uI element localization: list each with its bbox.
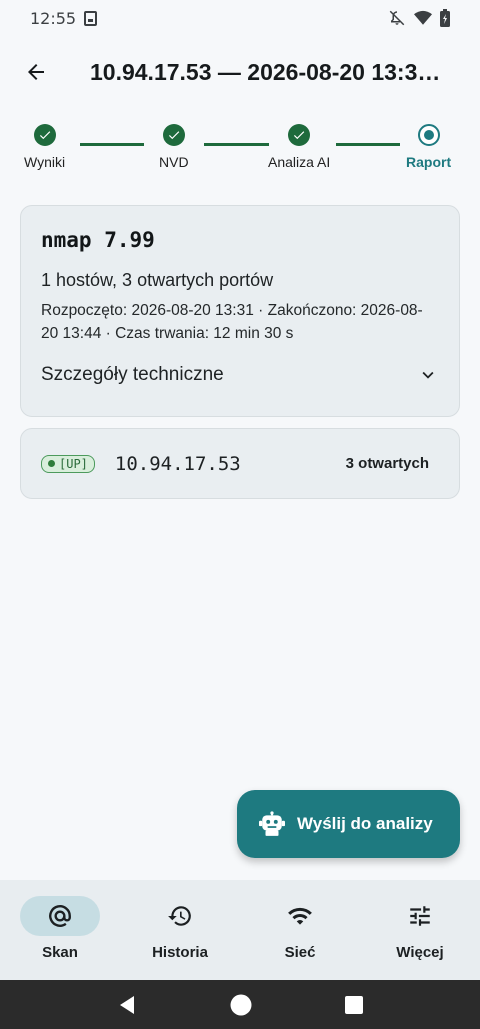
step-label: Analiza AI: [268, 154, 331, 170]
step-connector: [204, 143, 269, 146]
nav-label: Skan: [42, 944, 78, 961]
host-row[interactable]: [UP] 10.94.17.53 3 otwartych: [20, 428, 460, 499]
recents-square-icon[interactable]: [344, 995, 364, 1015]
status-time: 12:55: [30, 8, 77, 28]
tech-details-label: Szczegóły techniczne: [41, 364, 224, 385]
host-ip: 10.94.17.53: [114, 452, 241, 475]
nav-item-wiecej[interactable]: Więcej: [360, 880, 480, 980]
wifi-icon: [414, 10, 432, 25]
fab-label: Wyślij do analizy: [297, 814, 433, 833]
status-badge-label: [UP]: [59, 456, 88, 471]
nav-indicator: [260, 896, 340, 936]
check-circle-icon: [162, 124, 185, 146]
wifi-icon: [288, 907, 312, 925]
app-bar: 10.94.17.53 — 2026-08-20 13:31:04: [0, 44, 480, 100]
status-dot-icon: [48, 460, 55, 467]
scan-times: Rozpoczęto: 2026-08-20 13:31 · Zakończon…: [41, 302, 423, 342]
progress-stepper: Wyniki NVD Analiza AI Raport: [0, 120, 480, 180]
page-title: 10.94.17.53 — 2026-08-20 13:31:04: [90, 58, 450, 85]
sliders-icon: [410, 906, 430, 926]
battery-icon: [440, 9, 450, 27]
check-circle-icon: [288, 124, 311, 146]
arrow-left-icon: [28, 64, 44, 80]
nav-label: Więcej: [396, 944, 444, 961]
step-label: Raport: [406, 154, 452, 170]
step-connector: [80, 143, 144, 146]
scanner-name: nmap 7.99: [41, 228, 155, 252]
chevron-down-icon: [422, 371, 434, 379]
step-wyniki[interactable]: Wyniki: [24, 124, 65, 170]
host-open-ports: 3 otwartych: [345, 455, 429, 472]
system-navigation-bar: [0, 980, 480, 1029]
status-badge: [UP]: [41, 454, 95, 473]
robot-icon: [259, 811, 285, 836]
back-button[interactable]: [12, 48, 60, 96]
back-triangle-icon[interactable]: [116, 994, 138, 1016]
home-circle-icon[interactable]: [230, 994, 252, 1016]
scan-summary-card: nmap 7.99 1 hostów, 3 otwartych portów R…: [20, 205, 460, 417]
status-icons: [388, 9, 450, 27]
mute-icon: [389, 10, 405, 26]
nav-item-historia[interactable]: Historia: [120, 880, 240, 980]
nav-indicator: [20, 896, 100, 936]
step-nvd[interactable]: NVD: [159, 124, 189, 170]
check-circle-icon: [33, 124, 56, 146]
nav-item-siec[interactable]: Sieć: [240, 880, 360, 980]
sim-card-icon: [84, 10, 98, 26]
step-connector: [336, 143, 400, 146]
at-icon: [49, 905, 71, 927]
nav-item-skan[interactable]: Skan: [0, 880, 120, 980]
step-raport[interactable]: Raport: [406, 124, 451, 170]
bottom-navigation: Skan Historia Sieć Więcej: [0, 880, 480, 980]
history-icon: [168, 906, 191, 926]
step-label: NVD: [159, 154, 189, 170]
step-label: Wyniki: [24, 154, 66, 170]
nav-label: Historia: [152, 944, 208, 961]
tech-details-toggle[interactable]: Szczegóły techniczne: [41, 364, 439, 386]
radio-selected-icon: [417, 124, 440, 146]
step-analiza-ai[interactable]: Analiza AI: [268, 124, 330, 170]
status-bar: 12:55: [0, 0, 480, 36]
nav-label: Sieć: [284, 944, 316, 961]
nav-indicator: [140, 896, 220, 936]
send-to-analysis-button[interactable]: Wyślij do analizy: [237, 790, 460, 858]
nav-indicator: [380, 896, 460, 936]
scan-summary: 1 hostów, 3 otwartych portów: [41, 270, 274, 290]
